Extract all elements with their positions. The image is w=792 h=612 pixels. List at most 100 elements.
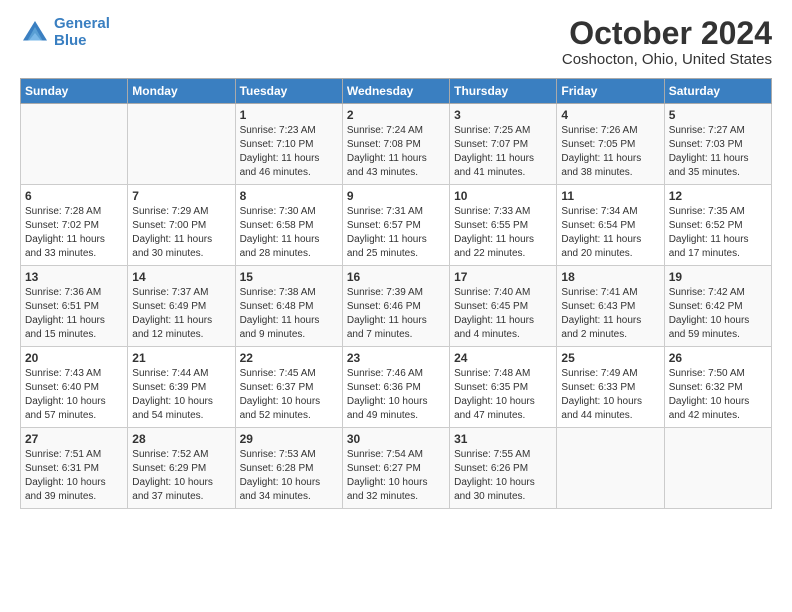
table-row: 6 Sunrise: 7:28 AMSunset: 7:02 PMDaylight… (21, 185, 128, 266)
table-row: 30 Sunrise: 7:54 AMSunset: 6:27 PMDayligh… (342, 428, 449, 509)
day-number: 6 (25, 189, 123, 203)
day-number: 17 (454, 270, 552, 284)
table-row: 20Sunrise: 7:43 AMSunset: 6:40 PMDayligh… (21, 347, 128, 428)
table-row: 14 Sunrise: 7:37 AMSunset: 6:49 PMDayligh… (128, 266, 235, 347)
day-number: 13 (25, 270, 123, 284)
calendar-week-row: 27Sunrise: 7:51 AMSunset: 6:31 PMDayligh… (21, 428, 772, 509)
day-content: Sunrise: 7:38 AMSunset: 6:48 PMDaylight:… (240, 286, 338, 342)
day-number: 23 (347, 351, 445, 365)
calendar-table: Sunday Monday Tuesday Wednesday Thursday… (20, 78, 772, 509)
table-row (21, 104, 128, 185)
day-number: 9 (347, 189, 445, 203)
table-row: 23Sunrise: 7:46 AMSunset: 6:36 PMDayligh… (342, 347, 449, 428)
col-monday: Monday (128, 79, 235, 104)
header-row: Sunday Monday Tuesday Wednesday Thursday… (21, 79, 772, 104)
day-content: Sunrise: 7:27 AMSunset: 7:03 PMDaylight:… (669, 124, 767, 180)
day-content: Sunrise: 7:55 AMSunset: 6:26 PMDaylight:… (454, 448, 552, 504)
table-row (664, 428, 771, 509)
day-number: 8 (240, 189, 338, 203)
calendar-header: Sunday Monday Tuesday Wednesday Thursday… (21, 79, 772, 104)
day-content: Sunrise: 7:45 AMSunset: 6:37 PMDaylight:… (240, 367, 338, 423)
table-row: 27Sunrise: 7:51 AMSunset: 6:31 PMDayligh… (21, 428, 128, 509)
col-wednesday: Wednesday (342, 79, 449, 104)
day-number: 16 (347, 270, 445, 284)
table-row: 11 Sunrise: 7:34 AMSunset: 6:54 PMDayligh… (557, 185, 664, 266)
logo-icon (20, 18, 50, 48)
logo: General Blue (20, 16, 110, 49)
day-number: 2 (347, 108, 445, 122)
table-row: 15 Sunrise: 7:38 AMSunset: 6:48 PMDayligh… (235, 266, 342, 347)
day-number: 11 (561, 189, 659, 203)
day-content: Sunrise: 7:23 AMSunset: 7:10 PMDaylight:… (240, 124, 338, 180)
calendar-body: 1 Sunrise: 7:23 AMSunset: 7:10 PMDaylight… (21, 104, 772, 509)
table-row: 1 Sunrise: 7:23 AMSunset: 7:10 PMDaylight… (235, 104, 342, 185)
table-row: 25Sunrise: 7:49 AMSunset: 6:33 PMDayligh… (557, 347, 664, 428)
day-number: 4 (561, 108, 659, 122)
day-number: 31 (454, 432, 552, 446)
calendar-week-row: 1 Sunrise: 7:23 AMSunset: 7:10 PMDaylight… (21, 104, 772, 185)
table-row (128, 104, 235, 185)
day-content: Sunrise: 7:50 AMSunset: 6:32 PMDaylight:… (669, 367, 767, 423)
day-number: 22 (240, 351, 338, 365)
table-row: 12 Sunrise: 7:35 AMSunset: 6:52 PMDayligh… (664, 185, 771, 266)
table-row: 26 Sunrise: 7:50 AMSunset: 6:32 PMDayligh… (664, 347, 771, 428)
day-content: Sunrise: 7:41 AMSunset: 6:43 PMDaylight:… (561, 286, 659, 342)
day-content: Sunrise: 7:42 AMSunset: 6:42 PMDaylight:… (669, 286, 767, 342)
table-row: 2Sunrise: 7:24 AMSunset: 7:08 PMDaylight… (342, 104, 449, 185)
day-number: 25 (561, 351, 659, 365)
table-row: 19Sunrise: 7:42 AMSunset: 6:42 PMDayligh… (664, 266, 771, 347)
day-content: Sunrise: 7:28 AMSunset: 7:02 PMDaylight:… (25, 205, 123, 261)
day-number: 30 (347, 432, 445, 446)
day-number: 14 (132, 270, 230, 284)
day-number: 18 (561, 270, 659, 284)
day-number: 21 (132, 351, 230, 365)
day-content: Sunrise: 7:34 AMSunset: 6:54 PMDaylight:… (561, 205, 659, 261)
col-thursday: Thursday (450, 79, 557, 104)
table-row: 17 Sunrise: 7:40 AMSunset: 6:45 PMDayligh… (450, 266, 557, 347)
calendar-week-row: 13 Sunrise: 7:36 AMSunset: 6:51 PMDayligh… (21, 266, 772, 347)
day-content: Sunrise: 7:39 AMSunset: 6:46 PMDaylight:… (347, 286, 445, 342)
calendar-week-row: 6 Sunrise: 7:28 AMSunset: 7:02 PMDaylight… (21, 185, 772, 266)
table-row: 10 Sunrise: 7:33 AMSunset: 6:55 PMDayligh… (450, 185, 557, 266)
day-number: 3 (454, 108, 552, 122)
table-row: 13 Sunrise: 7:36 AMSunset: 6:51 PMDayligh… (21, 266, 128, 347)
day-content: Sunrise: 7:35 AMSunset: 6:52 PMDaylight:… (669, 205, 767, 261)
logo-line2: Blue (54, 32, 87, 49)
day-number: 15 (240, 270, 338, 284)
day-number: 26 (669, 351, 767, 365)
title-block: October 2024 Coshocton, Ohio, United Sta… (562, 16, 772, 68)
day-content: Sunrise: 7:33 AMSunset: 6:55 PMDaylight:… (454, 205, 552, 261)
col-friday: Friday (557, 79, 664, 104)
day-number: 12 (669, 189, 767, 203)
calendar-title: October 2024 (562, 16, 772, 51)
table-row (557, 428, 664, 509)
day-content: Sunrise: 7:29 AMSunset: 7:00 PMDaylight:… (132, 205, 230, 261)
table-row: 8Sunrise: 7:30 AMSunset: 6:58 PMDaylight… (235, 185, 342, 266)
day-number: 27 (25, 432, 123, 446)
day-content: Sunrise: 7:48 AMSunset: 6:35 PMDaylight:… (454, 367, 552, 423)
day-content: Sunrise: 7:31 AMSunset: 6:57 PMDaylight:… (347, 205, 445, 261)
table-row: 18 Sunrise: 7:41 AMSunset: 6:43 PMDayligh… (557, 266, 664, 347)
day-content: Sunrise: 7:43 AMSunset: 6:40 PMDaylight:… (25, 367, 123, 423)
day-number: 7 (132, 189, 230, 203)
day-content: Sunrise: 7:40 AMSunset: 6:45 PMDaylight:… (454, 286, 552, 342)
day-content: Sunrise: 7:36 AMSunset: 6:51 PMDaylight:… (25, 286, 123, 342)
page: General Blue October 2024 Coshocton, Ohi… (0, 0, 792, 529)
col-tuesday: Tuesday (235, 79, 342, 104)
day-number: 1 (240, 108, 338, 122)
table-row: 21 Sunrise: 7:44 AMSunset: 6:39 PMDayligh… (128, 347, 235, 428)
table-row: 4Sunrise: 7:26 AMSunset: 7:05 PMDaylight… (557, 104, 664, 185)
day-number: 10 (454, 189, 552, 203)
table-row: 29Sunrise: 7:53 AMSunset: 6:28 PMDayligh… (235, 428, 342, 509)
table-row: 7 Sunrise: 7:29 AMSunset: 7:00 PMDaylight… (128, 185, 235, 266)
table-row: 31 Sunrise: 7:55 AMSunset: 6:26 PMDayligh… (450, 428, 557, 509)
day-content: Sunrise: 7:44 AMSunset: 6:39 PMDaylight:… (132, 367, 230, 423)
day-number: 29 (240, 432, 338, 446)
table-row: 22 Sunrise: 7:45 AMSunset: 6:37 PMDayligh… (235, 347, 342, 428)
day-number: 5 (669, 108, 767, 122)
table-row: 24Sunrise: 7:48 AMSunset: 6:35 PMDayligh… (450, 347, 557, 428)
day-content: Sunrise: 7:37 AMSunset: 6:49 PMDaylight:… (132, 286, 230, 342)
day-content: Sunrise: 7:52 AMSunset: 6:29 PMDaylight:… (132, 448, 230, 504)
table-row: 3Sunrise: 7:25 AMSunset: 7:07 PMDaylight… (450, 104, 557, 185)
day-content: Sunrise: 7:54 AMSunset: 6:27 PMDaylight:… (347, 448, 445, 504)
